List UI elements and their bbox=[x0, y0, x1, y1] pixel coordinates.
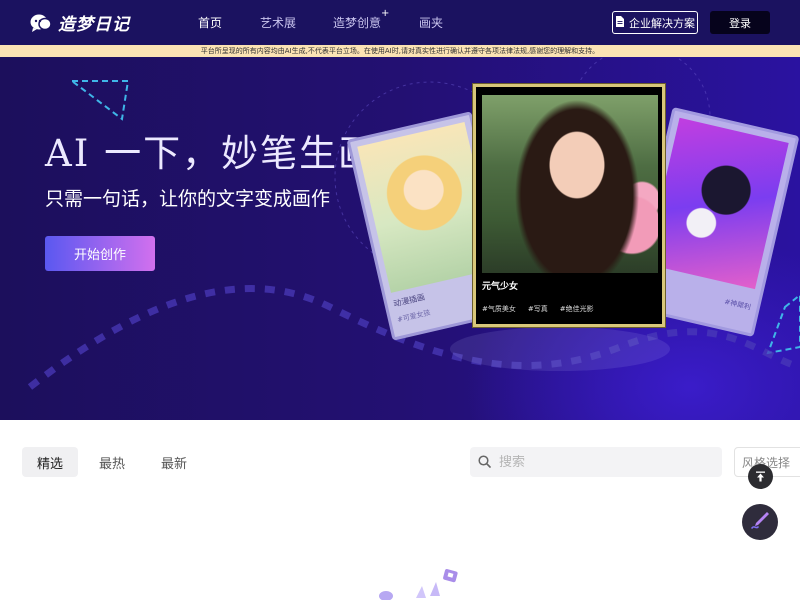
card-tags: #气质美女 #写真 #绝佳光影 bbox=[482, 304, 594, 314]
card-tag: #写真 bbox=[527, 305, 548, 313]
brand-name: 造梦日记 bbox=[58, 15, 130, 35]
hero-subtitle: 只需一句话，让你的文字变成画作 bbox=[45, 188, 331, 210]
card-image bbox=[482, 95, 658, 273]
back-to-top-button[interactable] bbox=[748, 464, 773, 489]
card-title: 元气少女 bbox=[482, 282, 519, 292]
top-nav: 造梦日记 首页 艺术展 造梦创意 + 画夹 企业解决方案 登录 bbox=[0, 0, 800, 45]
nav-item-portfolio[interactable]: 画夹 bbox=[419, 14, 443, 31]
tab-newest[interactable]: 最新 bbox=[146, 447, 202, 477]
nav-new-badge: + bbox=[381, 8, 390, 19]
logo[interactable]: 造梦日记 bbox=[30, 10, 130, 35]
enterprise-solutions-label: 企业解决方案 bbox=[629, 16, 695, 30]
start-creating-button[interactable]: 开始创作 bbox=[45, 236, 155, 271]
create-floating-button[interactable] bbox=[742, 504, 778, 540]
ai-disclaimer-banner: 平台所呈现的所有内容均由AI生成,不代表平台立场。在使用AI时,请对真实性进行确… bbox=[0, 45, 800, 57]
search-icon bbox=[478, 453, 491, 472]
search-box bbox=[470, 447, 722, 477]
search-input[interactable] bbox=[499, 454, 699, 470]
login-button[interactable]: 登录 bbox=[710, 11, 770, 34]
nav-item-dream-creative[interactable]: 造梦创意 bbox=[333, 14, 381, 31]
hero-banner: AI 一下，妙笔生画 只需一句话，让你的文字变成画作 开始创作 动漫插画 #可爱… bbox=[0, 57, 800, 420]
document-icon bbox=[615, 15, 625, 30]
nav-item-art-exhibition[interactable]: 艺术展 bbox=[260, 14, 296, 31]
arrow-up-icon bbox=[755, 467, 766, 486]
hero-title: AI 一下，妙笔生画 bbox=[45, 132, 378, 175]
pen-icon bbox=[749, 509, 771, 535]
card-image bbox=[645, 117, 789, 290]
showcase-card-featured[interactable]: 元气少女 #气质美女 #写真 #绝佳光影 bbox=[473, 84, 665, 327]
chat-bubble-logo-icon bbox=[30, 13, 52, 33]
card-tag: #气质美女 bbox=[482, 305, 516, 313]
gallery-tabs: 精选 最热 最新 bbox=[22, 447, 202, 477]
nav-item-home[interactable]: 首页 bbox=[198, 14, 222, 31]
enterprise-solutions-button[interactable]: 企业解决方案 bbox=[612, 11, 698, 34]
tab-hottest[interactable]: 最热 bbox=[84, 447, 140, 477]
card-tag: #绝佳光影 bbox=[559, 305, 594, 313]
tab-featured[interactable]: 精选 bbox=[22, 447, 79, 477]
empty-state-illustration bbox=[379, 569, 458, 600]
